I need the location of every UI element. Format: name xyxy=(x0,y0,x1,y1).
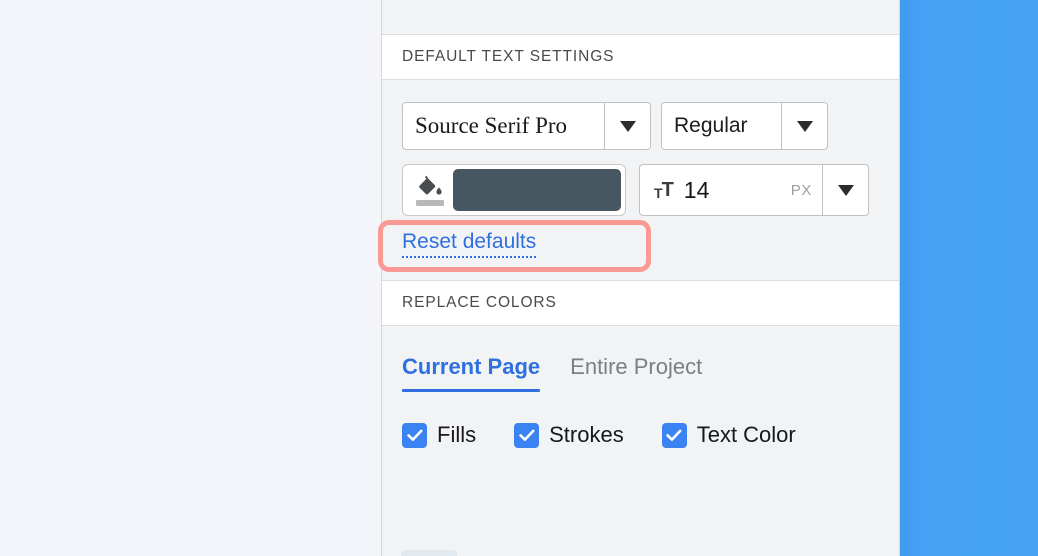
tab-entire-project[interactable]: Entire Project xyxy=(570,354,702,392)
section-body-default-text-settings: Source Serif Pro Regular T T 14 PX Reset… xyxy=(378,80,899,280)
font-style-value: Regular xyxy=(674,114,748,137)
canvas-backdrop xyxy=(0,0,381,556)
section-title-default-text-settings: DEFAULT TEXT SETTINGS xyxy=(402,48,615,65)
font-style-select[interactable]: Regular xyxy=(661,102,828,150)
reset-defaults-row: Reset defaults xyxy=(378,216,879,280)
font-family-value: Source Serif Pro xyxy=(415,113,568,138)
chevron-down-icon[interactable] xyxy=(822,165,868,215)
checkbox-item-text-color[interactable]: Text Color xyxy=(661,422,796,448)
font-controls-row: Source Serif Pro Regular xyxy=(402,80,879,150)
font-size-icon-large-t: T xyxy=(661,179,674,201)
app-root: DEFAULT TEXT SETTINGS Source Serif Pro R… xyxy=(0,0,1038,556)
text-color-swatch[interactable] xyxy=(453,169,621,211)
checkmark-icon[interactable] xyxy=(402,422,427,448)
font-size-icon: TT xyxy=(654,180,674,200)
font-size-value[interactable]: 14 xyxy=(684,177,781,204)
checkbox-item-strokes[interactable]: Strokes xyxy=(514,422,624,448)
section-title-replace-colors: REPLACE COLORS xyxy=(402,294,557,311)
artboard-blue-shape[interactable] xyxy=(900,0,1038,556)
panel-top-strip xyxy=(382,0,899,34)
replace-colors-tabs: Current Page Entire Project xyxy=(402,326,879,392)
checkbox-label-strokes: Strokes xyxy=(549,422,624,447)
chevron-down-icon[interactable] xyxy=(604,103,650,149)
text-color-picker[interactable] xyxy=(402,164,626,216)
color-size-row: TT 14 PX xyxy=(402,150,879,216)
replace-colors-checkbox-row: Fills Strokes Text Color xyxy=(402,392,879,448)
paint-bucket-underline xyxy=(416,199,444,206)
font-size-unit: PX xyxy=(790,181,812,199)
section-body-replace-colors: Current Page Entire Project Fills Stroke… xyxy=(382,326,899,448)
chevron-down-icon[interactable] xyxy=(781,103,827,149)
checkbox-label-fills: Fills xyxy=(437,422,477,447)
checkmark-icon[interactable] xyxy=(661,422,687,448)
font-size-field[interactable]: TT 14 PX xyxy=(639,164,869,216)
checkmark-icon[interactable] xyxy=(514,422,540,448)
paint-bucket-icon xyxy=(407,169,453,211)
checkbox-item-fills[interactable]: Fills xyxy=(402,422,476,448)
font-family-select[interactable]: Source Serif Pro xyxy=(402,102,651,150)
inspector-panel: DEFAULT TEXT SETTINGS Source Serif Pro R… xyxy=(378,0,900,556)
tab-current-page[interactable]: Current Page xyxy=(402,354,541,392)
checkbox-label-text-color: Text Color xyxy=(696,422,796,447)
reset-defaults-link[interactable]: Reset defaults xyxy=(402,230,537,258)
partial-control-below-fold[interactable] xyxy=(401,550,457,556)
section-header-default-text-settings: DEFAULT TEXT SETTINGS xyxy=(382,34,899,80)
section-header-replace-colors: REPLACE COLORS xyxy=(382,280,899,326)
